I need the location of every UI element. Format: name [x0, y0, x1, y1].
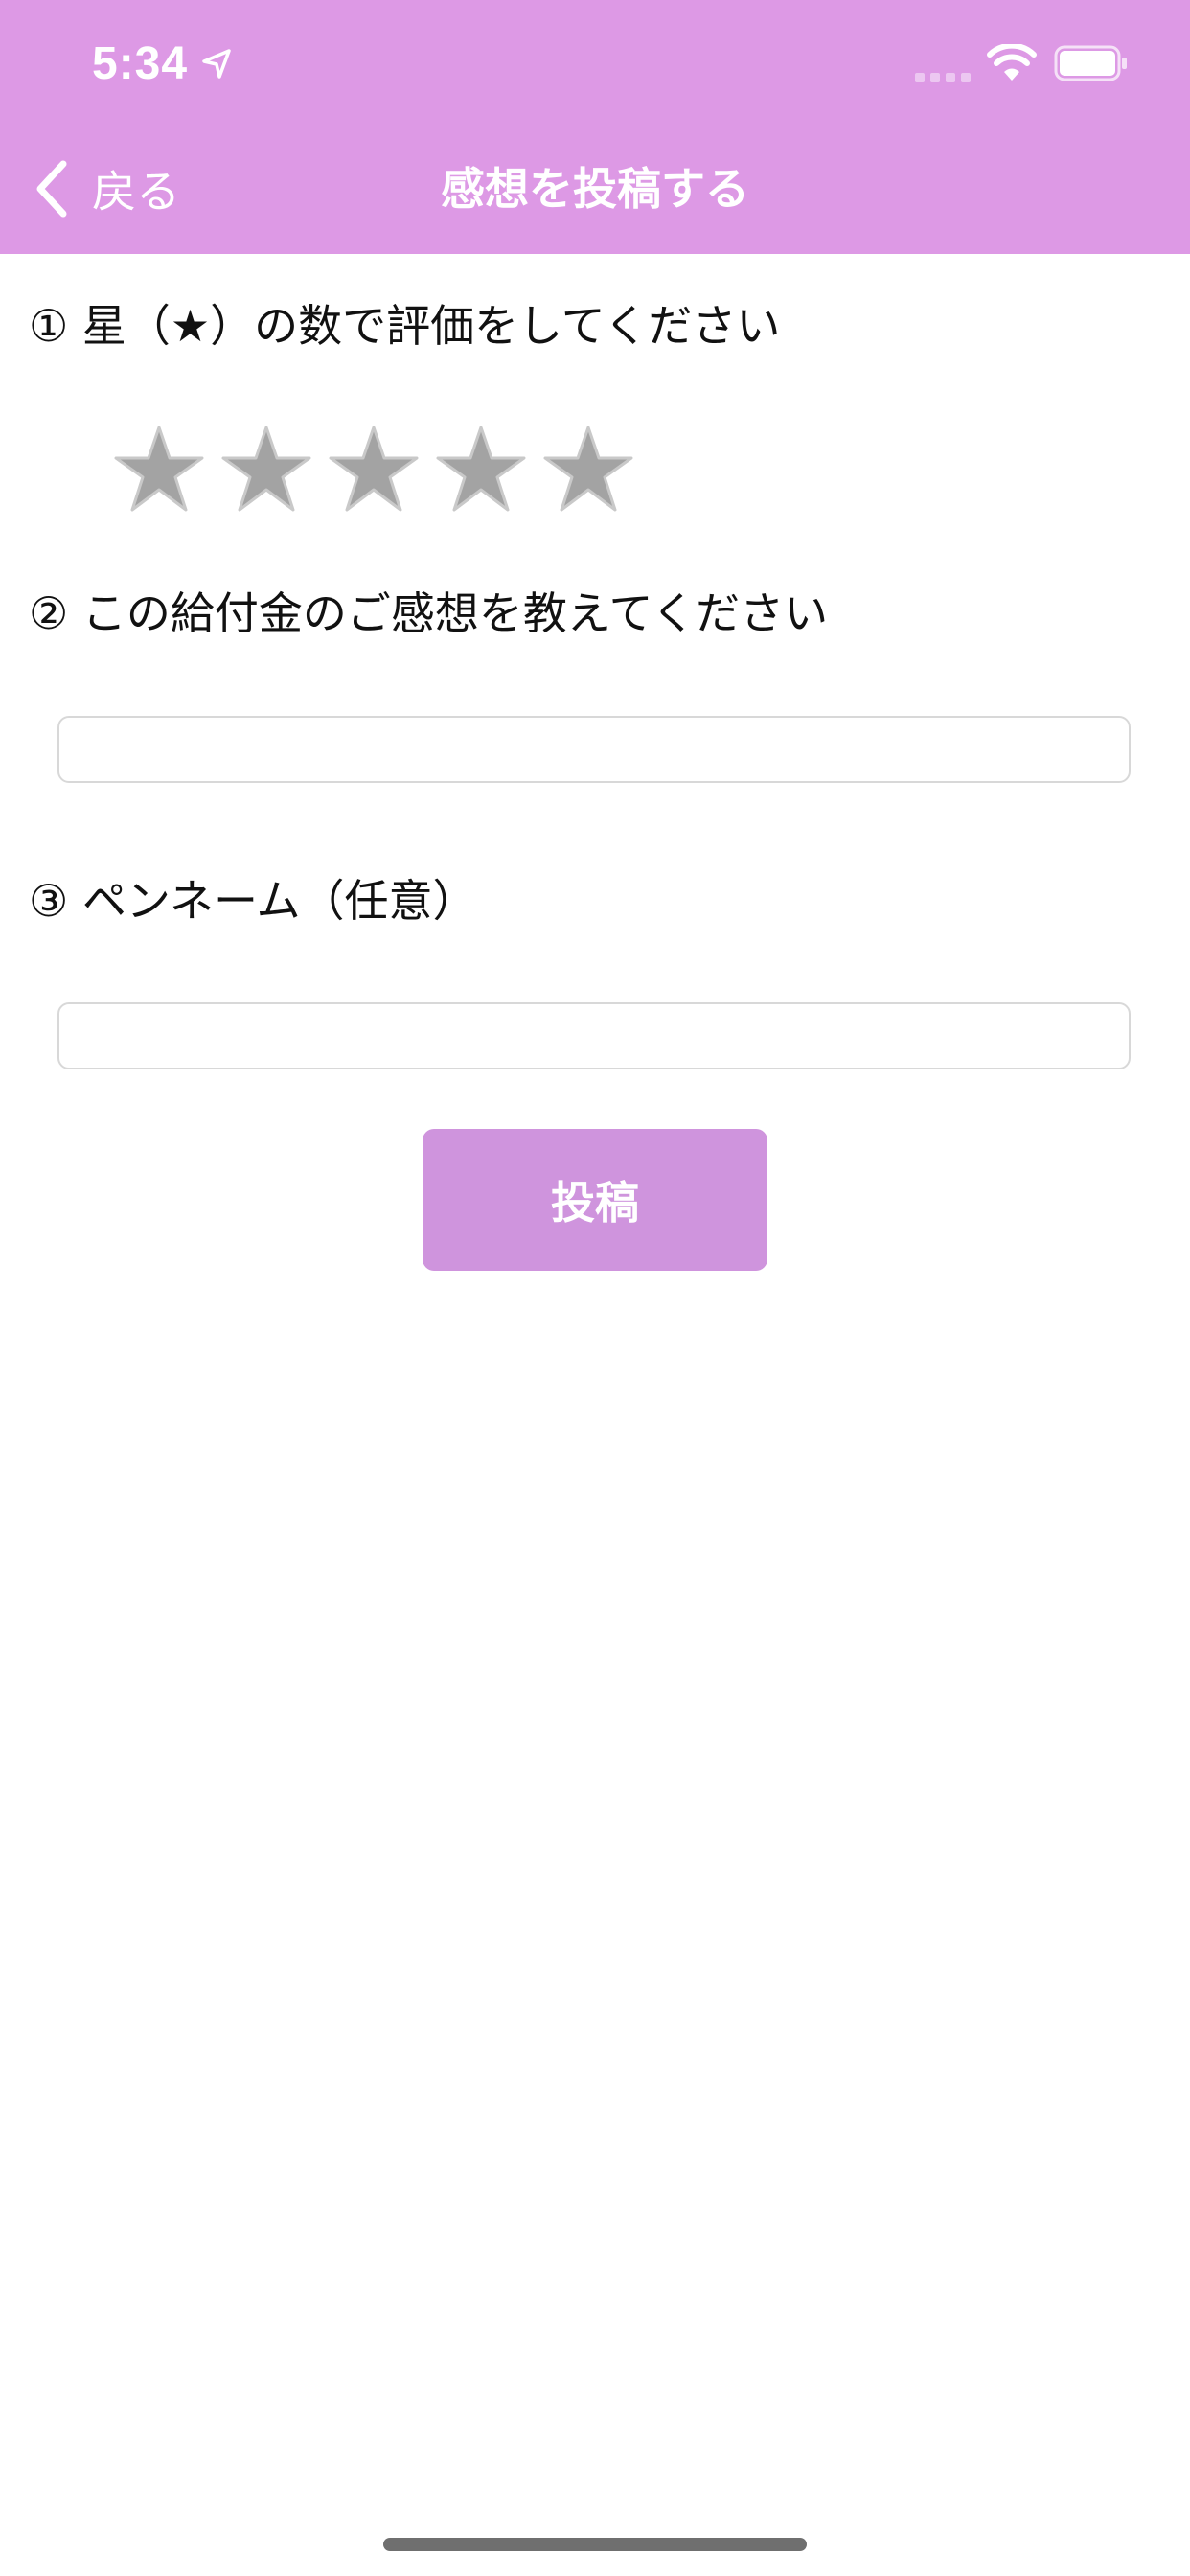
comment-input[interactable]: [57, 716, 1131, 783]
penname-input[interactable]: [57, 1002, 1131, 1070]
star-rating[interactable]: [111, 422, 636, 518]
header: 5:34 戻る 感想を投稿する: [0, 0, 1190, 254]
cellular-signal-icon: [915, 69, 971, 82]
penname-question-label: ③ ペンネーム（任意）: [29, 875, 477, 927]
screen: 5:34 戻る 感想を投稿する ① 星（★）の数で評価をしてください ② この給…: [0, 0, 1190, 2576]
submit-button[interactable]: 投稿: [423, 1129, 767, 1271]
battery-icon: [1054, 45, 1127, 81]
wifi-icon: [987, 44, 1037, 80]
status-time-text: 5:34: [92, 37, 189, 89]
status-bar-time: 5:34: [92, 34, 234, 92]
star-icon[interactable]: [326, 422, 422, 518]
rating-question-label: ① 星（★）の数で評価をしてください: [29, 300, 781, 352]
star-icon[interactable]: [218, 422, 314, 518]
star-icon[interactable]: [433, 422, 529, 518]
star-icon[interactable]: [111, 422, 207, 518]
location-arrow-icon: [202, 49, 231, 79]
home-indicator: [383, 2538, 807, 2551]
comment-question-label: ② この給付金のご感想を教えてください: [29, 587, 829, 639]
page-title: 感想を投稿する: [441, 163, 749, 215]
star-icon[interactable]: [540, 422, 636, 518]
